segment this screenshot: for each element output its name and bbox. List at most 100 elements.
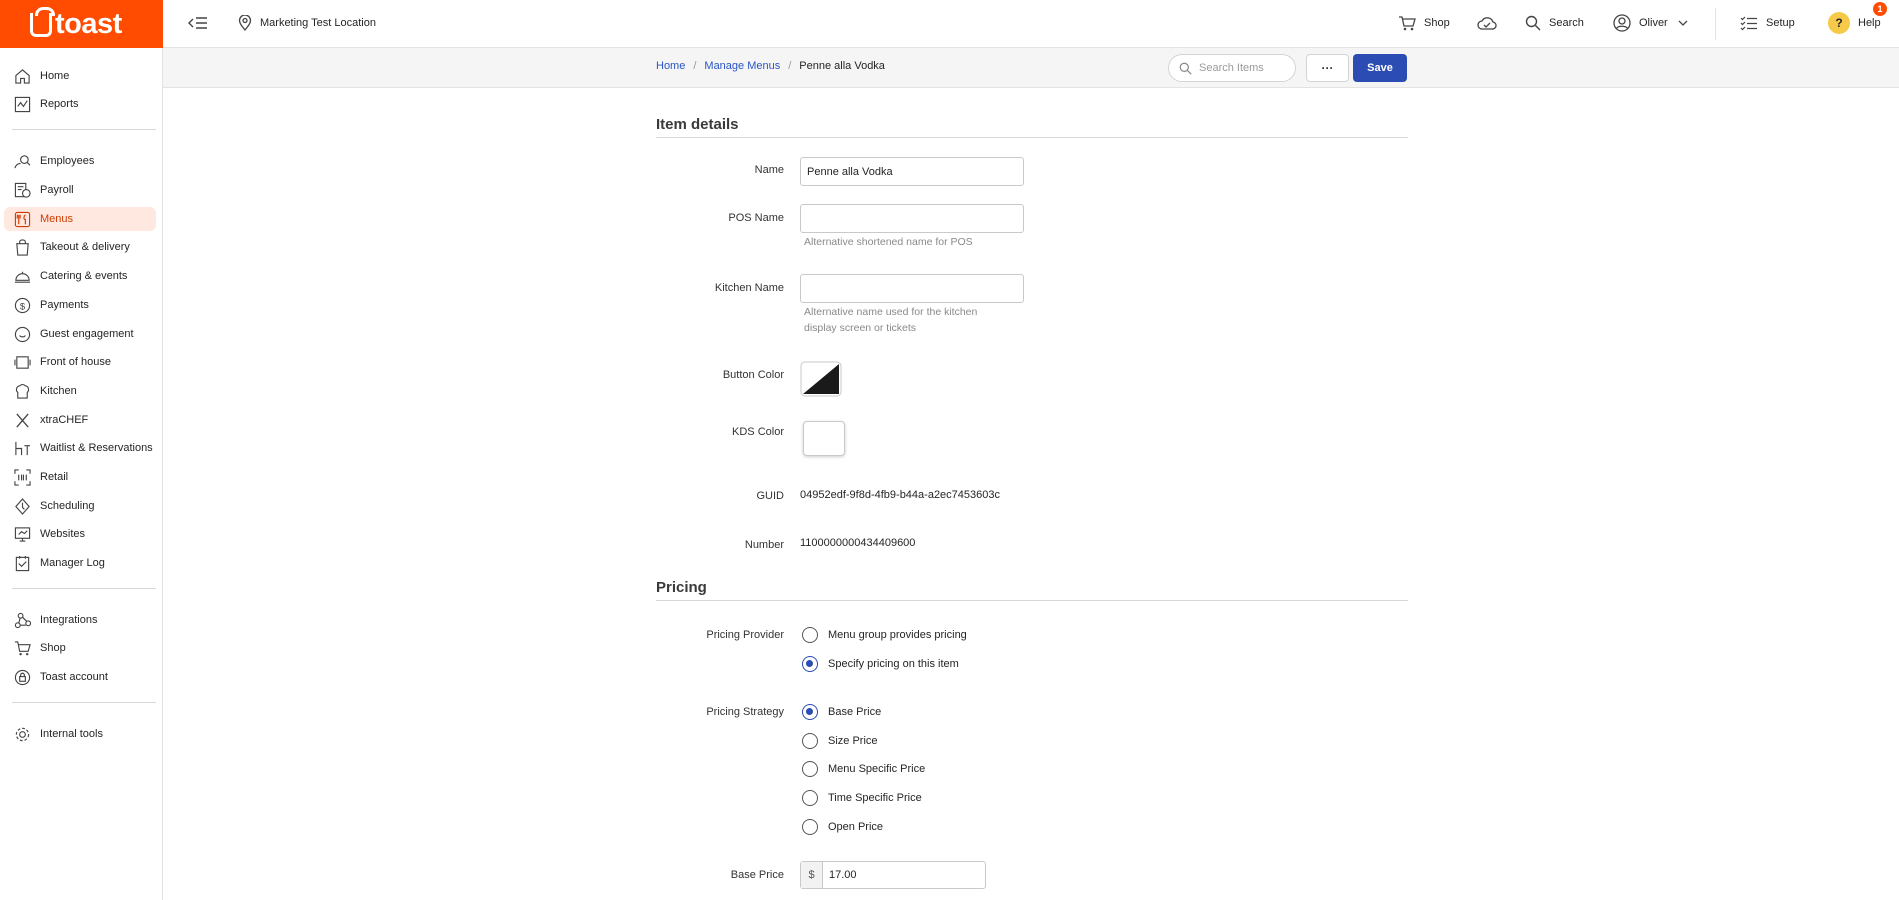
sidebar-item-shop[interactable]: Shop	[4, 636, 156, 660]
kds-color-label: KDS Color	[732, 426, 784, 438]
save-button[interactable]: Save	[1353, 54, 1407, 82]
sidebar-item-takeout[interactable]: Takeout & delivery	[4, 235, 156, 259]
pos-name-label: POS Name	[728, 212, 784, 224]
currency-prefix: $	[801, 862, 823, 888]
toast-logo-icon	[30, 7, 55, 37]
chevron-down-icon	[1678, 20, 1688, 26]
cart-icon	[1399, 16, 1416, 31]
waitlist-icon	[15, 441, 31, 455]
sidebar-divider	[12, 588, 156, 589]
sidebar-item-guest-engagement[interactable]: Guest engagement	[4, 322, 156, 346]
cloud-check-icon	[1477, 17, 1497, 30]
collapse-sidebar-button[interactable]	[188, 0, 216, 46]
breadcrumb-home[interactable]: Home	[656, 60, 685, 72]
menus-icon	[14, 211, 31, 227]
search-button[interactable]: Search	[1525, 0, 1584, 46]
search-items-input[interactable]: Search Items	[1168, 54, 1296, 82]
radio-button[interactable]	[802, 819, 818, 835]
integrations-icon	[14, 612, 31, 628]
top-bar: toast Marketing Test Location Shop Searc…	[0, 0, 1899, 48]
radio-specify-pricing[interactable]: Specify pricing on this item	[802, 656, 959, 672]
number-value: 1100000000434409600	[800, 537, 916, 549]
location-selector[interactable]: Marketing Test Location	[238, 0, 376, 46]
payments-icon: $	[14, 297, 31, 313]
kitchen-name-hint: Alternative name used for the kitchen di…	[804, 306, 978, 334]
sidebar-item-websites[interactable]: Websites	[4, 522, 156, 546]
location-name: Marketing Test Location	[260, 17, 376, 29]
guid-value: 04952edf-9f8d-4fb9-b44a-a2ec7453603c	[800, 489, 1000, 501]
checklist-icon	[1740, 16, 1757, 31]
radio-menu-group-pricing[interactable]: Menu group provides pricing	[802, 627, 967, 643]
pos-name-input[interactable]	[800, 204, 1024, 233]
kitchen-name-input[interactable]	[800, 274, 1024, 303]
sidebar-divider	[12, 702, 156, 703]
sidebar-item-internal-tools[interactable]: Internal tools	[4, 722, 156, 746]
employees-icon	[14, 154, 31, 168]
radio-button[interactable]	[802, 733, 818, 749]
manager-log-icon	[15, 555, 30, 571]
search-placeholder: Search Items	[1199, 62, 1264, 74]
sidebar-item-payroll[interactable]: Payroll	[4, 178, 156, 202]
sidebar-item-front-of-house[interactable]: Front of house	[4, 350, 156, 374]
button-color-preview	[800, 361, 842, 397]
sidebar-item-waitlist[interactable]: Waitlist & Reservations	[4, 436, 156, 460]
sidebar-item-payments[interactable]: $ Payments	[4, 293, 156, 317]
sidebar-item-retail[interactable]: Retail	[4, 465, 156, 489]
front-house-icon	[14, 355, 31, 369]
kds-color-swatch[interactable]	[803, 421, 845, 456]
shop-button[interactable]: Shop	[1398, 0, 1450, 46]
section-divider	[656, 600, 1408, 601]
svg-text:$: $	[20, 301, 26, 312]
sidebar-item-menus[interactable]: Menus	[4, 207, 156, 231]
sidebar-item-kitchen[interactable]: Kitchen	[4, 379, 156, 403]
sidebar-item-reports[interactable]: Reports	[4, 92, 156, 116]
breadcrumb-current: Penne alla Vodka	[799, 60, 885, 72]
toast-logo[interactable]: toast	[0, 0, 163, 48]
section-divider	[656, 137, 1408, 138]
sidebar-item-toast-account[interactable]: Toast account	[4, 665, 156, 689]
sidebar-item-xtrachef[interactable]: xtraCHEF	[4, 408, 156, 432]
more-options-button[interactable]: ···	[1306, 54, 1349, 82]
sidebar-item-integrations[interactable]: Integrations	[4, 608, 156, 632]
pos-name-hint: Alternative shortened name for POS	[804, 236, 973, 248]
radio-size-price[interactable]: Size Price	[802, 733, 878, 749]
radio-button[interactable]	[802, 790, 818, 806]
button-color-swatch[interactable]	[800, 361, 842, 397]
radio-base-price[interactable]: Base Price	[802, 704, 881, 720]
radio-menu-specific-price[interactable]: Menu Specific Price	[802, 761, 925, 777]
radio-button[interactable]	[802, 761, 818, 777]
collapse-menu-icon	[188, 17, 207, 29]
name-label: Name	[754, 164, 784, 176]
sidebar-item-catering[interactable]: Catering & events	[4, 264, 156, 288]
cloud-sync-button[interactable]	[1477, 0, 1505, 46]
base-price-label: Base Price	[730, 869, 784, 881]
user-avatar-icon	[1613, 14, 1631, 32]
search-icon	[1525, 15, 1541, 31]
sidebar-item-employees[interactable]: Employees	[4, 149, 156, 173]
sidebar-item-scheduling[interactable]: Scheduling	[4, 494, 156, 518]
radio-time-specific-price[interactable]: Time Specific Price	[802, 790, 922, 806]
location-pin-icon	[238, 15, 252, 31]
name-input[interactable]: Penne alla Vodka	[800, 157, 1024, 186]
radio-button[interactable]	[802, 627, 818, 643]
setup-button[interactable]: Setup	[1740, 0, 1795, 46]
retail-icon	[14, 468, 31, 486]
xtrachef-icon	[16, 412, 29, 428]
breadcrumb-manage-menus[interactable]: Manage Menus	[704, 60, 780, 72]
home-icon	[15, 68, 30, 84]
radio-open-price[interactable]: Open Price	[802, 819, 883, 835]
page-header: Home / Manage Menus / Penne alla Vodka S…	[163, 48, 1899, 88]
breadcrumb-separator: /	[788, 60, 792, 72]
help-notification-badge: 1	[1873, 2, 1887, 16]
sidebar-item-home[interactable]: Home	[4, 64, 156, 88]
radio-button-selected[interactable]	[802, 704, 818, 720]
user-menu[interactable]: Oliver	[1613, 0, 1696, 46]
sidebar-item-manager-log[interactable]: Manager Log	[4, 551, 156, 575]
radio-button-selected[interactable]	[802, 656, 818, 672]
search-icon	[1179, 62, 1192, 75]
base-price-input[interactable]: $ 17.00	[800, 861, 986, 889]
help-icon: ?	[1828, 12, 1850, 34]
shop-icon	[14, 640, 31, 655]
kitchen-icon	[15, 383, 30, 399]
number-label: Number	[744, 539, 784, 551]
